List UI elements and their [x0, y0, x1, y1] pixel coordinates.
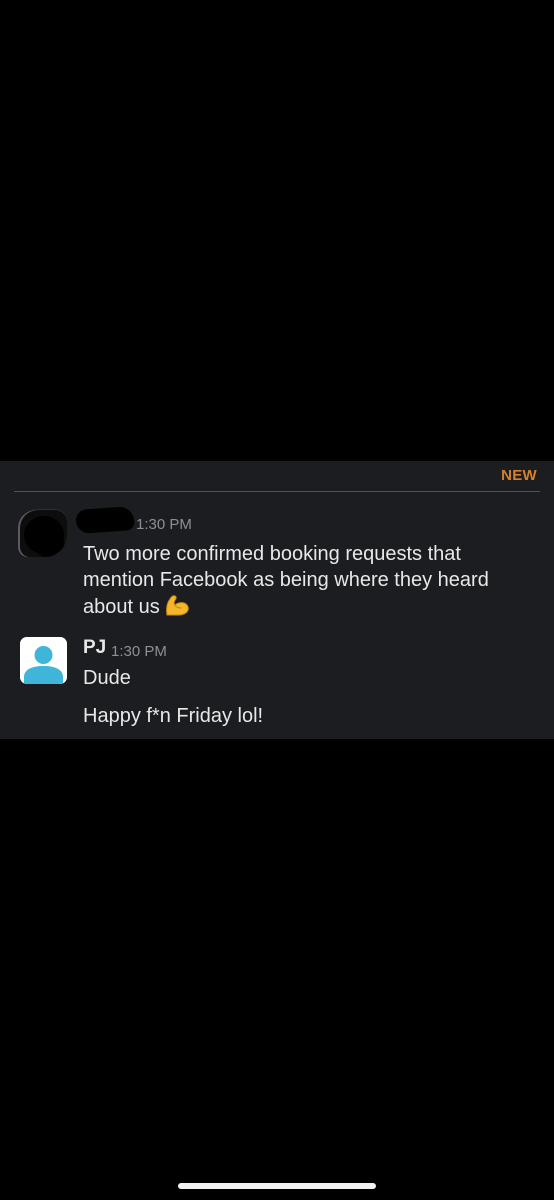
screen: NEW 1:30 PM Two more confirmed booking r…	[0, 0, 554, 1200]
avatar-redacted[interactable]	[20, 510, 67, 557]
timestamp: 1:30 PM	[136, 516, 192, 533]
new-messages-divider: NEW	[0, 461, 554, 492]
flexed-biceps-icon	[164, 593, 190, 624]
timestamp: 1:30 PM	[111, 643, 167, 660]
message-text: Happy f*n Friday lol!	[83, 705, 264, 727]
avatar[interactable]	[20, 637, 67, 684]
sender-name-redacted[interactable]	[75, 506, 135, 534]
new-label: NEW	[501, 467, 537, 484]
home-indicator[interactable]	[178, 1183, 376, 1189]
sender-name[interactable]: PJ	[83, 637, 106, 659]
message-body: Two more confirmed booking requests that…	[83, 543, 489, 618]
divider-line	[14, 491, 540, 492]
message-text: Dude	[83, 667, 131, 689]
user-avatar-icon	[20, 637, 67, 684]
message-list: NEW 1:30 PM Two more confirmed booking r…	[0, 461, 554, 739]
message-text: Two more confirmed booking requests that…	[83, 541, 533, 624]
